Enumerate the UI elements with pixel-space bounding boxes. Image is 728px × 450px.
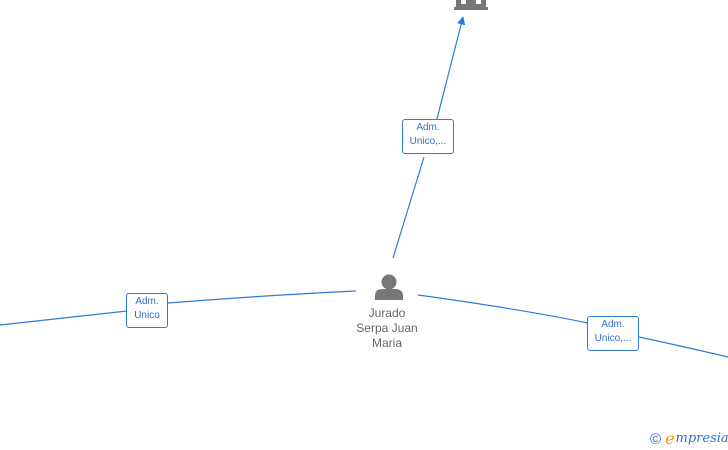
edge-label-line: Adm.: [135, 296, 159, 307]
person-name-line: Maria: [371, 336, 402, 350]
copyright-symbol: ©: [650, 430, 662, 448]
brand-logo-text: mpresia: [675, 431, 728, 446]
edge-label-line: Unico,...: [594, 333, 632, 344]
edge-line-right: [417, 294, 728, 358]
edge-label-line: Adm.: [601, 319, 625, 330]
person-name[interactable]: Jurado Serpa Juan Maria: [332, 306, 442, 351]
edge-label-line: Unico,...: [409, 136, 447, 147]
person-name-line: Serpa Juan: [356, 321, 418, 335]
building-icon[interactable]: [454, 0, 488, 10]
edge-line-left: [0, 290, 357, 326]
edge-label-left[interactable]: Adm. Unico: [126, 293, 168, 328]
brand-watermark: © e mpresia: [650, 429, 728, 449]
edge-label-top[interactable]: Adm. Unico,...: [402, 119, 454, 154]
person-icon[interactable]: [375, 274, 403, 301]
edge-label-right[interactable]: Adm. Unico,...: [587, 316, 639, 351]
relationship-graph: [0, 0, 728, 358]
brand-logo-initial: e: [665, 429, 675, 448]
person-name-line: Jurado: [368, 306, 406, 320]
edge-label-line: Unico: [134, 310, 160, 321]
edge-label-line: Adm.: [416, 122, 440, 133]
